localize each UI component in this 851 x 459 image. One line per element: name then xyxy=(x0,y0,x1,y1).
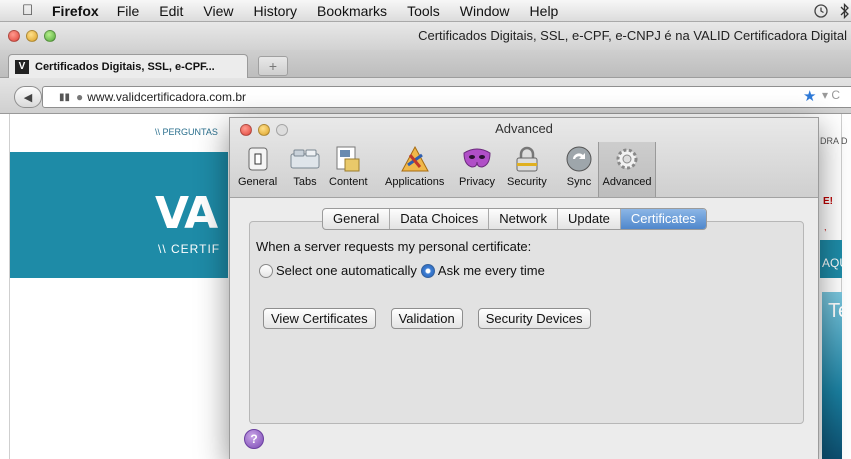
content-icon xyxy=(333,144,363,174)
window-titlebar: Certificados Digitais, SSL, e-CPF, e-CNP… xyxy=(0,22,851,50)
promo-fragment: E! xyxy=(823,196,833,207)
back-arrow-icon: ◀ xyxy=(23,91,33,104)
ask-every-time-radio[interactable] xyxy=(420,263,435,278)
tab-network[interactable]: Network xyxy=(489,209,558,229)
tabs-icon xyxy=(290,144,320,174)
menu-app-firefox[interactable]: Firefox xyxy=(52,3,99,19)
back-button[interactable]: ◀ xyxy=(14,86,42,108)
tab-bar: V Certificados Digitais, SSL, e-CPF... + xyxy=(0,50,851,78)
pref-general[interactable]: General xyxy=(238,144,277,194)
window-title: Certificados Digitais, SSL, e-CPF, e-CNP… xyxy=(418,28,847,43)
pref-tabs-label: Tabs xyxy=(293,176,317,188)
pref-security[interactable]: Security xyxy=(507,144,547,194)
menu-extras xyxy=(813,0,851,22)
header-fragment: DRA D xyxy=(820,136,848,146)
window-controls xyxy=(8,30,56,42)
certificate-buttons: View Certificates Validation Security De… xyxy=(263,308,591,329)
zoom-icon[interactable] xyxy=(44,30,56,42)
bluetooth-icon[interactable] xyxy=(839,3,851,19)
select-automatically-label[interactable]: Select one automatically xyxy=(276,263,417,278)
minimize-icon[interactable] xyxy=(26,30,38,42)
aqui-text: AQU xyxy=(822,256,849,270)
pref-tabs[interactable]: Tabs xyxy=(290,144,320,194)
pref-privacy[interactable]: Privacy xyxy=(459,144,495,194)
promo-fragment-comma: , xyxy=(824,222,827,232)
select-automatically-radio[interactable] xyxy=(259,263,273,278)
navigation-bar: ▮▮ ● www.validcertificadora.com.br ◀ ★ ▾… xyxy=(0,78,851,114)
menu-tools[interactable]: Tools xyxy=(407,3,440,19)
url-bar[interactable]: ▮▮ ● www.validcertificadora.com.br xyxy=(42,86,851,108)
preferences-window: Advanced General Tabs Content Applicatio… xyxy=(229,117,819,459)
sync-icon xyxy=(564,144,594,174)
certificadora-tagline: \\ CERTIF xyxy=(158,242,221,256)
certificate-request-prompt: When a server requests my personal certi… xyxy=(256,239,532,254)
pref-privacy-label: Privacy xyxy=(459,176,496,188)
advanced-tabs: General Data Choices Network Update Cert… xyxy=(322,208,707,230)
promo-image[interactable]: Te xyxy=(822,292,849,459)
pref-general-label: General xyxy=(238,176,278,188)
ask-every-time-label[interactable]: Ask me every time xyxy=(438,263,545,278)
applications-icon xyxy=(400,144,430,174)
pref-security-label: Security xyxy=(507,176,547,188)
apple-icon[interactable]:  xyxy=(22,2,52,19)
help-button[interactable]: ? xyxy=(244,429,264,449)
menu-history[interactable]: History xyxy=(253,3,297,19)
tab-general[interactable]: General xyxy=(323,209,391,229)
menu-bookmarks[interactable]: Bookmarks xyxy=(317,3,387,19)
validation-button[interactable]: Validation xyxy=(390,308,463,329)
new-tab-button[interactable]: + xyxy=(258,56,288,76)
globe-icon: ● xyxy=(76,90,84,104)
preferences-title: Advanced xyxy=(495,121,553,136)
menu-window[interactable]: Window xyxy=(460,3,510,19)
pref-applications-label: Applications xyxy=(385,176,445,188)
pref-sync-label: Sync xyxy=(566,176,592,188)
gear-icon xyxy=(612,144,642,174)
tab-update[interactable]: Update xyxy=(558,209,621,229)
close-icon[interactable] xyxy=(8,30,20,42)
preferences-toolbar: Advanced General Tabs Content Applicatio… xyxy=(230,118,818,198)
menu-help[interactable]: Help xyxy=(530,3,559,19)
certificate-choice-group: Select one automatically Ask me every ti… xyxy=(259,263,549,278)
pref-sync[interactable]: Sync xyxy=(564,144,594,194)
pref-advanced[interactable]: Advanced xyxy=(598,142,656,197)
time-machine-icon[interactable] xyxy=(813,3,829,19)
menu-view[interactable]: View xyxy=(203,3,233,19)
valid-favicon-icon: V xyxy=(15,59,29,74)
view-certificates-button[interactable]: View Certificates xyxy=(263,308,376,329)
pref-advanced-label: Advanced xyxy=(602,176,652,188)
pref-content[interactable]: Content xyxy=(329,144,368,194)
identity-box-icon[interactable]: ▮▮ xyxy=(59,92,70,103)
browser-tab-title: Certificados Digitais, SSL, e-CPF... xyxy=(35,60,215,73)
valid-logo[interactable]: VA xyxy=(155,188,218,239)
browser-tab[interactable]: V Certificados Digitais, SSL, e-CPF... xyxy=(8,54,248,78)
menu-edit[interactable]: Edit xyxy=(159,3,183,19)
promo-text: Te xyxy=(828,300,850,322)
menu-bar:  Firefox File Edit View History Bookmar… xyxy=(0,0,851,22)
switch-icon xyxy=(243,144,273,174)
pref-applications[interactable]: Applications xyxy=(385,144,444,194)
url-dropdown-icon[interactable]: ▾ C xyxy=(822,88,840,102)
tab-data-choices[interactable]: Data Choices xyxy=(390,209,490,229)
menu-file[interactable]: File xyxy=(117,3,140,19)
perguntas-link[interactable]: \\ PERGUNTAS xyxy=(155,127,218,137)
lock-icon xyxy=(512,144,542,174)
url-text[interactable]: www.validcertificadora.com.br xyxy=(87,90,246,104)
security-devices-button[interactable]: Security Devices xyxy=(477,308,591,329)
mask-icon xyxy=(462,144,492,174)
bookmark-star-icon[interactable]: ★ xyxy=(803,87,816,105)
tab-certificates[interactable]: Certificates xyxy=(620,209,706,229)
pref-content-label: Content xyxy=(329,176,368,188)
